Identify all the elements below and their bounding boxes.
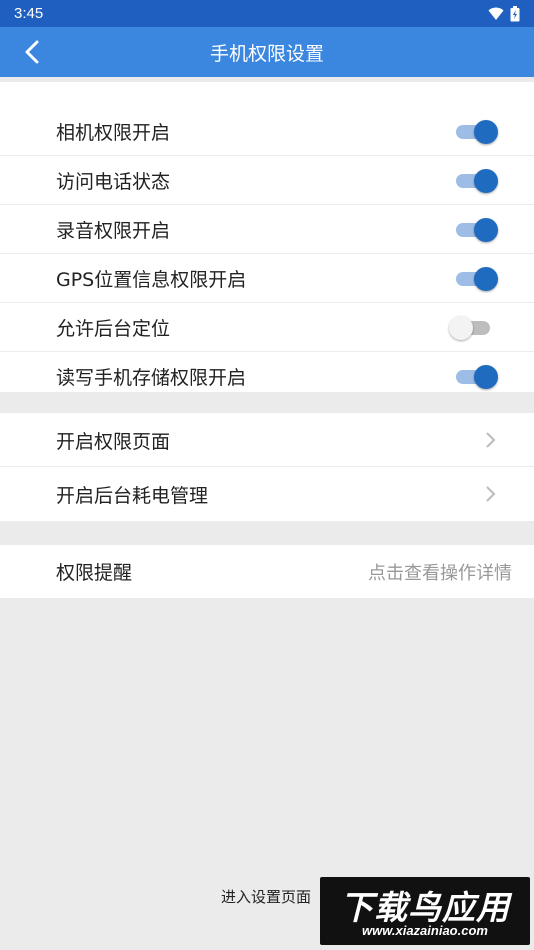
permission-reminder-item[interactable]: 权限提醒 点击查看操作详情: [0, 545, 534, 598]
watermark-title: 下载鸟应用: [340, 888, 510, 927]
permission-label: 允许后台定位: [56, 318, 171, 340]
navigation-list: 开启权限页面 开启后台耗电管理: [0, 413, 534, 521]
permission-label: GPS位置信息权限开启: [56, 269, 247, 291]
permission-row-phone-state[interactable]: 访问电话状态: [0, 156, 534, 205]
permission-label: 访问电话状态: [56, 171, 171, 193]
app-bar: 手机权限设置: [0, 27, 534, 77]
reminder-section: 权限提醒 点击查看操作详情: [0, 545, 534, 598]
permission-label: 读写手机存储权限开启: [56, 367, 247, 389]
back-arrow-icon: [25, 40, 39, 64]
nav-item-label: 开启权限页面: [56, 430, 171, 453]
permission-row-background-location[interactable]: 允许后台定位: [0, 303, 534, 352]
permission-label: 录音权限开启: [56, 220, 171, 242]
background-location-toggle[interactable]: [449, 315, 498, 341]
permission-label: 相机权限开启: [56, 122, 171, 144]
status-time: 3:45: [14, 5, 44, 22]
camera-toggle[interactable]: [456, 119, 498, 145]
back-button[interactable]: [12, 27, 52, 77]
permission-row-storage[interactable]: 读写手机存储权限开启: [0, 352, 534, 401]
permission-row-record[interactable]: 录音权限开启: [0, 205, 534, 254]
enter-settings-link[interactable]: 进入设置页面: [221, 886, 311, 907]
gps-toggle[interactable]: [456, 266, 498, 292]
reminder-hint: 点击查看操作详情: [368, 562, 512, 584]
permission-row-camera[interactable]: 相机权限开启: [0, 107, 534, 156]
permission-row-gps[interactable]: GPS位置信息权限开启: [0, 254, 534, 303]
page-title: 手机权限设置: [209, 42, 324, 65]
permission-list: 相机权限开启 访问电话状态 录音权限开启 GPS位置信息权限开启 允许后台定位 …: [0, 82, 534, 392]
storage-toggle[interactable]: [456, 364, 498, 390]
battery-icon: [510, 5, 520, 21]
battery-management-item[interactable]: 开启后台耗电管理: [0, 467, 534, 521]
reminder-label: 权限提醒: [56, 562, 133, 584]
status-bar: 3:45: [0, 0, 534, 27]
status-icons: [488, 5, 520, 22]
open-permission-page-item[interactable]: 开启权限页面: [0, 413, 534, 467]
record-toggle[interactable]: [456, 217, 498, 243]
watermark-url: www.xiazainiao.com: [362, 923, 488, 938]
phone-state-toggle[interactable]: [456, 168, 498, 194]
watermark-logo: 下载鸟应用 www.xiazainiao.com: [320, 877, 530, 945]
chevron-right-icon: [486, 486, 496, 502]
chevron-right-icon: [486, 432, 496, 448]
nav-item-label: 开启后台耗电管理: [56, 484, 209, 507]
wifi-icon: [488, 7, 504, 20]
